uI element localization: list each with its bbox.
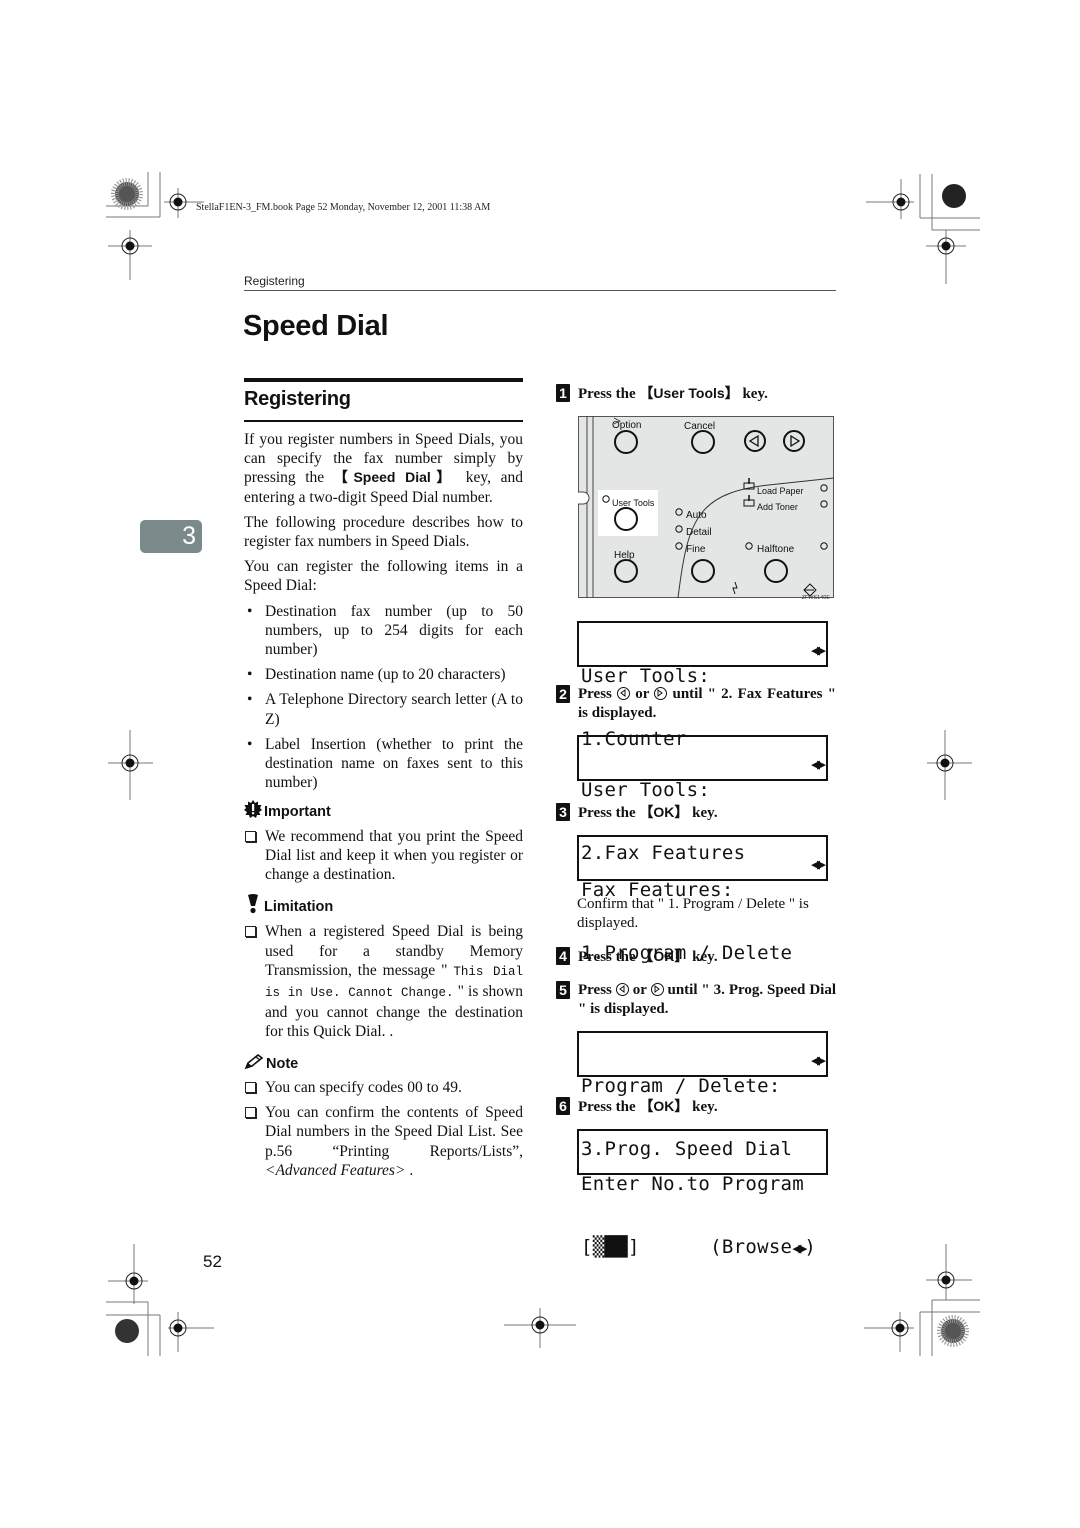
step-number-badge: 6 (556, 1097, 570, 1115)
list-item: You can confirm the contents of Speed Di… (244, 1103, 523, 1180)
step-number-badge: 1 (556, 384, 570, 402)
halftone-label: Halftone (757, 544, 795, 555)
left-right-arrows-icon: ◀▶ (810, 855, 826, 873)
help-button-label: Help (614, 550, 635, 561)
left-right-arrows-icon: ◀▶ (810, 641, 826, 659)
right-column: 1 Press the 【User Tools】 key. Option Can… (556, 380, 836, 1258)
figure-code: ZFWS140E (801, 595, 830, 601)
step-number-badge: 3 (556, 803, 570, 821)
intro-paragraph-3: You can register the following items in … (244, 558, 523, 595)
checkbox-bullet-icon (245, 1107, 256, 1119)
running-head: Registering (244, 274, 305, 288)
crosshair-mark-right-middle (922, 730, 972, 800)
crosshair-mark-left-middle (108, 730, 158, 800)
section-title: Registering (244, 388, 351, 410)
page-title: Speed Dial (243, 310, 389, 342)
fine-label: Fine (686, 544, 706, 555)
control-panel-illustration: Option Cancel User Tools Help Auto Detai… (578, 416, 834, 601)
limitation-icon (244, 894, 262, 920)
important-heading: Important (244, 800, 523, 824)
book-info-slug: StellaF1EN-3_FM.book Page 52 Monday, Nov… (196, 202, 491, 213)
limitation-heading: Limitation (244, 894, 523, 920)
lcd-screen-fax-features-program-delete: Fax Features: 1.Program / Delete ◀▶ (577, 835, 828, 964)
lcd-screen-user-tools-fax-features: User Tools: 2.Fax Features ◀▶ (577, 735, 828, 864)
right-arrow-key-icon (650, 983, 664, 996)
list-item: Destination fax number (up to 50 numbers… (244, 602, 523, 660)
checkbox-bullet-icon (245, 1081, 256, 1093)
user-tools-key-label: 【User Tools】 (639, 385, 739, 401)
left-right-arrows-icon: ◀▶ (810, 755, 826, 773)
advanced-features-reference[interactable]: <Advanced Features> (265, 1162, 405, 1179)
list-item: A Telephone Directory search letter (A t… (244, 690, 523, 728)
section-top-rule (244, 378, 523, 382)
chapter-tab: 3 (140, 520, 202, 553)
cancel-button-label: Cancel (684, 421, 716, 432)
intro-paragraph-2: The following procedure describes how to… (244, 513, 523, 551)
registration-mark-top-right (866, 174, 980, 286)
lcd-screen-program-delete-prog-speed-dial: Program / Delete: 3.Prog. Speed Dial ◀▶ (577, 1031, 828, 1160)
intro-paragraph-1: If you register numbers in Speed Dials, … (244, 431, 523, 506)
crosshair-mark-bottom-center (504, 1308, 576, 1348)
left-right-arrows-icon: ◀▶ (810, 1051, 826, 1069)
left-arrow-key-icon (615, 983, 629, 996)
list-item: When a registered Speed Dial is being us… (244, 922, 523, 1041)
lcd-screen-enter-no-to-program: Enter No.to Program [▒██] (Browse◀▶) (577, 1129, 828, 1258)
left-arrow-key-icon (617, 687, 631, 700)
note-list: You can specify codes 00 to 49. You can … (244, 1078, 523, 1180)
step-number-badge: 5 (556, 981, 570, 999)
checkbox-bullet-icon (245, 926, 256, 938)
add-toner-label: Add Toner (757, 502, 798, 512)
register-items-list: Destination fax number (up to 50 numbers… (244, 602, 523, 793)
important-icon (244, 800, 262, 824)
left-column: If you register numbers in Speed Dials, … (244, 430, 523, 1186)
step-1: 1 Press the 【User Tools】 key. (556, 384, 836, 404)
speed-dial-key-label: 【Speed Dial】 (333, 469, 457, 486)
list-item: We recommend that you print the Speed Di… (244, 827, 523, 885)
list-item: You can specify codes 00 to 49. (244, 1078, 523, 1097)
note-heading: Note (244, 1053, 523, 1076)
registration-mark-bottom-left (100, 1244, 220, 1356)
lcd-screen-user-tools-counter: User Tools: 1.Counter ◀▶ (577, 621, 828, 750)
browse-arrows-icon: ◀▶ (792, 1239, 807, 1257)
step-number-badge: 2 (556, 685, 570, 703)
user-tools-button-label: User Tools (612, 498, 655, 508)
step-number-badge: 4 (556, 947, 570, 965)
limitation-list: When a registered Speed Dial is being us… (244, 922, 523, 1041)
important-list: We recommend that you print the Speed Di… (244, 827, 523, 885)
checkbox-bullet-icon (245, 830, 256, 842)
option-button-label: Option (612, 420, 642, 431)
list-item: Destination name (up to 20 characters) (244, 665, 523, 684)
section-bottom-rule (244, 420, 523, 422)
page-number: 52 (203, 1252, 222, 1271)
pencil-icon (244, 1053, 264, 1076)
running-head-rule (244, 290, 836, 291)
registration-mark-bottom-right (864, 1244, 980, 1356)
list-item: Label Insertion (whether to print the de… (244, 735, 523, 793)
